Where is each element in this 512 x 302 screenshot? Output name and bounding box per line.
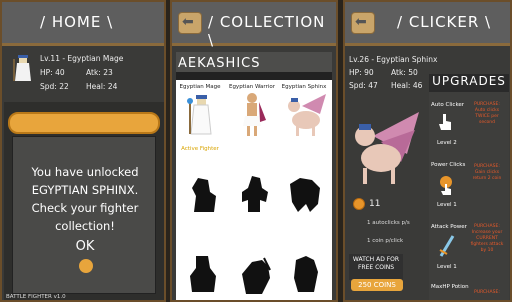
fighter-hp: HP: 90 — [349, 68, 374, 77]
back-arrow-icon: ⬅ — [355, 14, 367, 30]
section-divider — [176, 72, 332, 80]
section-title: AEKASHICS — [178, 56, 261, 71]
autoclicks-rate: 1 autoclicks p/s — [367, 220, 410, 226]
fighter-atk: Atk: 50 — [391, 68, 418, 77]
upgrade-desc[interactable]: PURCHASE: Gain clicks return 2 coin — [469, 164, 505, 182]
home-title: / HOME \ — [40, 13, 114, 31]
locked-fighter-silhouette[interactable] — [238, 256, 272, 294]
back-button[interactable]: ⬅ — [178, 12, 202, 34]
fighter-level-name: Lv.11 - Egyptian Mage — [40, 54, 124, 63]
hand-pointer-icon[interactable] — [437, 112, 453, 132]
sphinx-click-target[interactable] — [349, 106, 421, 186]
popup-title-bar — [8, 112, 160, 134]
ok-button-icon[interactable] — [79, 259, 93, 273]
upgrade-level: Level 1 — [437, 264, 457, 270]
upgrade-level: Level 2 — [437, 140, 457, 146]
unlock-popup: You have unlocked EGYPTIAN SPHINX. Check… — [12, 136, 156, 294]
coin-count: 11 — [369, 199, 381, 209]
upgrade-name: Power Clicks — [431, 162, 466, 168]
upgrades-title: UPGRADES — [429, 74, 509, 92]
clicker-panel: ⬅ / CLICKER \ Lv.26 - Egyptian Sphinx HP… — [343, 0, 512, 302]
collection-panel: ⬅ / COLLECTION \ AEKASHICS Egyptian Mage… — [170, 0, 338, 302]
power-click-icon[interactable] — [437, 174, 455, 196]
locked-fighter-silhouette[interactable] — [288, 174, 322, 212]
egyptian-mage-card[interactable] — [186, 94, 216, 138]
watch-ad-panel: WATCH AD FOR FREE COINS — [349, 254, 403, 280]
fighter-name-mage: Egyptian Mage — [179, 84, 221, 90]
clicker-header: ⬅ / CLICKER \ — [345, 2, 510, 46]
egyptian-warrior-card[interactable] — [236, 92, 268, 138]
watch-ad-coins-button[interactable]: 250 COINS — [351, 279, 403, 291]
fighter-spd: Spd: 22 — [40, 82, 69, 91]
collection-header: ⬅ / COLLECTION \ — [172, 2, 336, 49]
home-header: / HOME \ — [2, 2, 164, 46]
home-panel: / HOME \ Lv.11 - Egyptian Mage HP: 40 At… — [0, 0, 166, 302]
locked-fighter-silhouette[interactable] — [238, 174, 272, 212]
coin-icon — [353, 198, 365, 210]
egyptian-mage-avatar — [13, 55, 31, 81]
fighter-stats: Lv.11 - Egyptian Mage HP: 40 Atk: 23 Spd… — [6, 49, 162, 95]
watch-ad-label: WATCH AD FOR FREE COINS — [352, 256, 400, 271]
fighter-hp: HP: 40 — [40, 68, 65, 77]
unlock-message: You have unlocked EGYPTIAN SPHINX. Check… — [31, 165, 139, 233]
upgrade-name: Attack Power — [431, 224, 467, 230]
fighter-spd: Spd: 47 — [349, 81, 378, 90]
locked-fighter-silhouette[interactable] — [188, 176, 222, 214]
coin-per-click: 1 coin p/click — [367, 238, 404, 244]
upgrade-name: Auto Clicker — [431, 102, 465, 108]
sword-icon[interactable] — [437, 234, 455, 258]
fighter-atk: Atk: 23 — [86, 68, 113, 77]
upgrade-level: Level 1 — [437, 202, 457, 208]
locked-fighter-silhouette[interactable] — [288, 254, 322, 292]
upgrade-name: MaxHP Potion — [431, 284, 469, 290]
upgrade-desc[interactable]: PURCHASE: Increase your CURRENT fighters… — [469, 224, 505, 254]
active-fighter-tag: Active Fighter — [181, 146, 219, 152]
fighter-level-name: Lv.26 - Egyptian Sphinx — [349, 55, 438, 64]
locked-fighter-silhouette[interactable] — [186, 254, 220, 292]
back-button[interactable]: ⬅ — [351, 12, 375, 34]
back-arrow-icon: ⬅ — [182, 14, 194, 30]
ok-button[interactable]: OK — [13, 239, 157, 254]
fighter-name-sphinx: Egyptian Sphinx — [281, 84, 327, 90]
version-label: BATTLE FIGHTER v1.0 — [6, 294, 66, 300]
fighter-name-warrior: Egyptian Warrior — [228, 84, 276, 90]
upgrade-desc[interactable]: PURCHASE: Auto clicks TWICE per second — [469, 102, 505, 126]
egyptian-sphinx-card[interactable] — [282, 92, 328, 138]
collection-title: / COLLECTION \ — [208, 13, 326, 49]
fighter-heal: Heal: 24 — [86, 82, 118, 91]
clicker-title: / CLICKER \ — [397, 13, 492, 31]
upgrade-desc[interactable]: PURCHASE: — [469, 290, 505, 296]
fighter-heal: Heal: 46 — [391, 81, 423, 90]
